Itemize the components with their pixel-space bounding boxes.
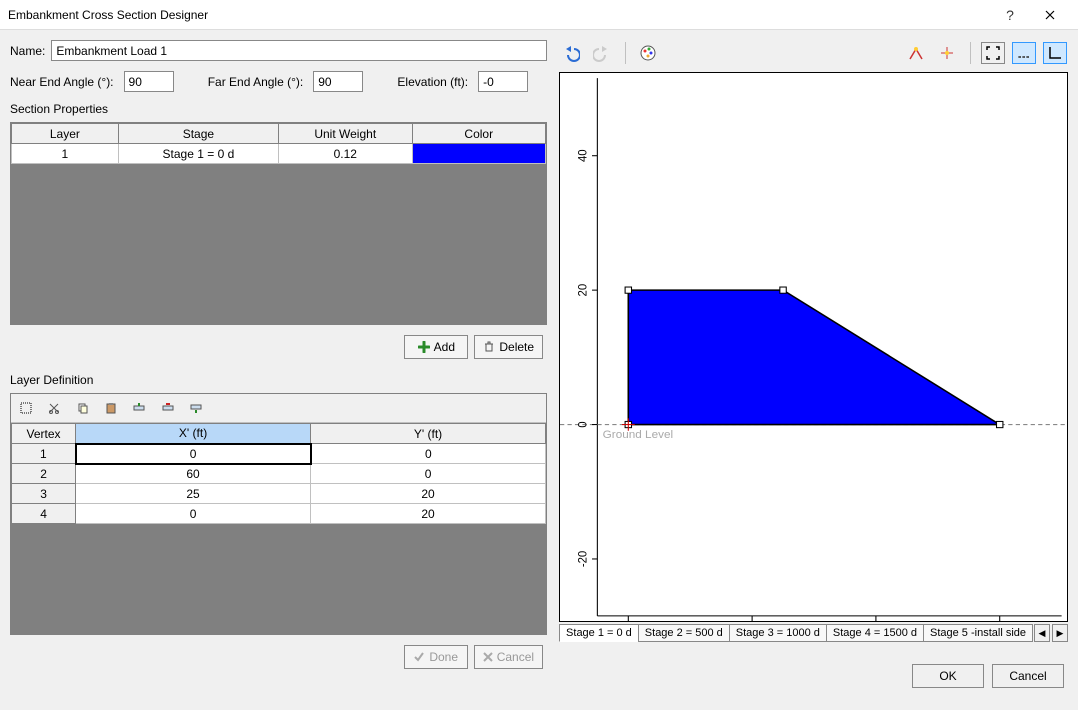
far-angle-input[interactable] bbox=[313, 71, 363, 92]
table-row[interactable]: 4 0 20 bbox=[12, 504, 546, 524]
cell-layer[interactable]: 1 bbox=[12, 144, 119, 164]
close-button[interactable] bbox=[1030, 1, 1070, 29]
cut-icon[interactable] bbox=[42, 397, 66, 419]
cell-y[interactable]: 0 bbox=[311, 464, 546, 484]
paste-icon[interactable] bbox=[99, 397, 123, 419]
tabs-scroll-right-icon[interactable]: ▶ bbox=[1052, 624, 1068, 642]
stage-tab[interactable]: Stage 5 -install side bbox=[923, 624, 1033, 642]
elevation-label: Elevation (ft): bbox=[397, 75, 468, 89]
svg-text:40: 40 bbox=[578, 149, 590, 162]
name-label: Name: bbox=[10, 44, 45, 58]
table-row[interactable]: 3 25 20 bbox=[12, 484, 546, 504]
add-button[interactable]: Add bbox=[404, 335, 468, 359]
tabs-scroll-left-icon[interactable]: ◀ bbox=[1034, 624, 1050, 642]
plus-icon bbox=[418, 341, 430, 353]
delete-button[interactable]: Delete bbox=[474, 335, 543, 359]
cell-vertex[interactable]: 1 bbox=[12, 444, 76, 464]
cell-x[interactable]: 60 bbox=[76, 464, 311, 484]
x-icon bbox=[483, 652, 493, 662]
cell-stage[interactable]: Stage 1 = 0 d bbox=[118, 144, 278, 164]
name-input[interactable] bbox=[51, 40, 547, 61]
col-header-stage[interactable]: Stage bbox=[118, 124, 278, 144]
col-header-y[interactable]: Y' (ft) bbox=[311, 424, 546, 444]
cancel-layer-button[interactable]: Cancel bbox=[474, 645, 543, 669]
stage-tab[interactable]: Stage 3 = 1000 d bbox=[729, 624, 827, 642]
far-angle-label: Far End Angle (°): bbox=[208, 75, 304, 89]
ground-level-label: Ground Level bbox=[603, 429, 673, 441]
axes-icon[interactable] bbox=[1043, 42, 1067, 64]
svg-text:0: 0 bbox=[578, 421, 590, 427]
delete-button-label: Delete bbox=[499, 340, 534, 354]
undo-icon[interactable] bbox=[559, 42, 583, 64]
cell-x[interactable]: 0 bbox=[76, 444, 311, 464]
vertex-filler bbox=[11, 524, 546, 634]
chart-toolbar bbox=[559, 40, 1068, 72]
svg-text:20: 20 bbox=[578, 284, 590, 297]
layer-definition-label: Layer Definition bbox=[10, 373, 547, 387]
redo-icon[interactable] bbox=[590, 42, 614, 64]
done-button-label: Done bbox=[429, 650, 458, 664]
col-header-layer[interactable]: Layer bbox=[12, 124, 119, 144]
delete-row-icon[interactable] bbox=[156, 397, 180, 419]
cell-y[interactable]: 20 bbox=[311, 484, 546, 504]
palette-icon[interactable] bbox=[636, 42, 660, 64]
trash-icon bbox=[483, 341, 495, 353]
col-header-vertex[interactable]: Vertex bbox=[12, 424, 76, 444]
select-icon[interactable] bbox=[14, 397, 38, 419]
snap-vertex-icon[interactable] bbox=[904, 42, 928, 64]
zoom-extents-icon[interactable] bbox=[981, 42, 1005, 64]
stage-tab[interactable]: Stage 1 = 0 d bbox=[559, 624, 639, 642]
near-angle-input[interactable] bbox=[124, 71, 174, 92]
stage-tab[interactable]: Stage 4 = 1500 d bbox=[826, 624, 924, 642]
cell-x[interactable]: 0 bbox=[76, 504, 311, 524]
section-row[interactable]: 1 Stage 1 = 0 d 0.12 bbox=[12, 144, 546, 164]
ok-button[interactable]: OK bbox=[912, 664, 984, 688]
col-header-unitweight[interactable]: Unit Weight bbox=[279, 124, 413, 144]
pan-icon[interactable] bbox=[1012, 42, 1036, 64]
append-row-icon[interactable] bbox=[184, 397, 208, 419]
section-properties-panel: Layer Stage Unit Weight Color 1 Stage 1 … bbox=[10, 122, 547, 325]
section-properties-label: Section Properties bbox=[10, 102, 547, 116]
cell-color[interactable] bbox=[412, 144, 546, 164]
cell-vertex[interactable]: 2 bbox=[12, 464, 76, 484]
section-filler bbox=[11, 164, 546, 324]
table-row[interactable]: 2 60 0 bbox=[12, 464, 546, 484]
layer-definition-panel: Vertex X' (ft) Y' (ft) 1 0 0 2 60 0 bbox=[10, 393, 547, 635]
stage-tab[interactable]: Stage 2 = 500 d bbox=[638, 624, 730, 642]
cell-x[interactable]: 25 bbox=[76, 484, 311, 504]
col-header-x[interactable]: X' (ft) bbox=[76, 424, 311, 444]
window-title: Embankment Cross Section Designer bbox=[8, 8, 990, 22]
col-header-color[interactable]: Color bbox=[412, 124, 546, 144]
title-bar: Embankment Cross Section Designer ? bbox=[0, 0, 1078, 30]
cancel-layer-label: Cancel bbox=[497, 650, 534, 664]
layer-toolbar bbox=[11, 394, 546, 423]
done-button[interactable]: Done bbox=[404, 645, 468, 669]
cell-unitweight[interactable]: 0.12 bbox=[279, 144, 413, 164]
elevation-input[interactable] bbox=[478, 71, 528, 92]
copy-icon[interactable] bbox=[71, 397, 95, 419]
snap-grid-icon[interactable] bbox=[935, 42, 959, 64]
vertex-table[interactable]: Vertex X' (ft) Y' (ft) 1 0 0 2 60 0 bbox=[11, 423, 546, 524]
section-properties-table[interactable]: Layer Stage Unit Weight Color 1 Stage 1 … bbox=[11, 123, 546, 164]
cell-y[interactable]: 0 bbox=[311, 444, 546, 464]
svg-text:-20: -20 bbox=[578, 551, 590, 567]
table-row[interactable]: 1 0 0 bbox=[12, 444, 546, 464]
check-icon bbox=[413, 651, 425, 663]
insert-row-icon[interactable] bbox=[127, 397, 151, 419]
help-button[interactable]: ? bbox=[990, 1, 1030, 29]
add-button-label: Add bbox=[434, 340, 455, 354]
cell-vertex[interactable]: 3 bbox=[12, 484, 76, 504]
near-angle-label: Near End Angle (°): bbox=[10, 75, 114, 89]
cell-vertex[interactable]: 4 bbox=[12, 504, 76, 524]
cell-y[interactable]: 20 bbox=[311, 504, 546, 524]
chart-canvas[interactable]: Ground Level -20 0 20 40 0 20 bbox=[559, 72, 1068, 622]
stage-tabs: Stage 1 = 0 d Stage 2 = 500 d Stage 3 = … bbox=[559, 622, 1068, 644]
cancel-button[interactable]: Cancel bbox=[992, 664, 1064, 688]
